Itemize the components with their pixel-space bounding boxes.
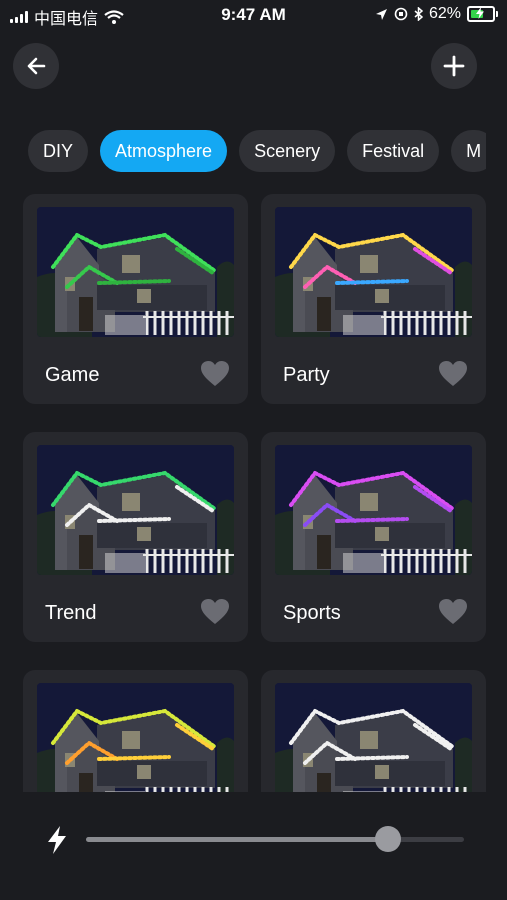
tab-scenery[interactable]: Scenery (239, 130, 336, 172)
scene-card[interactable] (23, 670, 248, 792)
house-illustration (37, 683, 234, 792)
orientation-lock-icon (394, 7, 408, 21)
house-illustration (275, 207, 472, 337)
battery-percent: 62% (428, 5, 461, 22)
scene-grid: Game Party Trend Sports (23, 194, 486, 792)
location-arrow-icon (375, 8, 387, 20)
house-illustration (37, 445, 234, 575)
plus-icon (443, 55, 465, 77)
brightness-slider[interactable] (86, 826, 464, 852)
favorite-heart-icon[interactable] (200, 360, 230, 392)
charging-bolt-icon (476, 7, 484, 19)
scene-card[interactable]: Party (261, 194, 486, 404)
scene-thumbnail (37, 683, 234, 792)
back-button[interactable] (13, 43, 59, 89)
brightness-bar (0, 792, 507, 900)
scene-thumbnail (275, 683, 472, 792)
house-illustration (37, 207, 234, 337)
add-button[interactable] (431, 43, 477, 89)
favorite-heart-icon[interactable] (438, 360, 468, 392)
battery-cap (496, 11, 498, 17)
scene-label: Game (45, 364, 100, 386)
scene-thumbnail (37, 207, 234, 337)
category-tabs: DIY Atmosphere Scenery Festival M (28, 130, 486, 174)
bluetooth-icon (414, 7, 423, 21)
tab-diy[interactable]: DIY (28, 130, 89, 172)
scene-label: Trend (45, 602, 97, 624)
status-right: 62% (375, 5, 498, 23)
scene-card[interactable]: Trend (23, 432, 248, 642)
tab-m[interactable]: M (451, 130, 486, 172)
arrow-left-icon (27, 57, 46, 75)
house-illustration (275, 683, 472, 792)
house-illustration (275, 445, 472, 575)
heart-icon (201, 361, 229, 386)
scene-card[interactable]: Game (23, 194, 248, 404)
scene-thumbnail (275, 207, 472, 337)
scene-thumbnail (37, 445, 234, 575)
scene-label: Party (283, 364, 330, 386)
scene-label: Sports (283, 602, 341, 624)
tab-atmosphere[interactable]: Atmosphere (100, 130, 228, 172)
heart-icon (439, 361, 467, 386)
battery-icon (467, 6, 498, 22)
scene-card[interactable] (261, 670, 486, 792)
scene-thumbnail (275, 445, 472, 575)
tab-festival[interactable]: Festival (347, 130, 440, 172)
favorite-heart-icon[interactable] (200, 598, 230, 630)
favorite-heart-icon[interactable] (438, 598, 468, 630)
category-tabs-list: DIY Atmosphere Scenery Festival M (28, 130, 486, 172)
heart-icon (201, 599, 229, 624)
brightness-slider-fill (86, 837, 389, 842)
status-bar: 中国电信 9:47 AM 62% (0, 0, 507, 30)
lightning-bolt-icon (48, 826, 66, 854)
scene-card[interactable]: Sports (261, 432, 486, 642)
heart-icon (439, 599, 467, 624)
